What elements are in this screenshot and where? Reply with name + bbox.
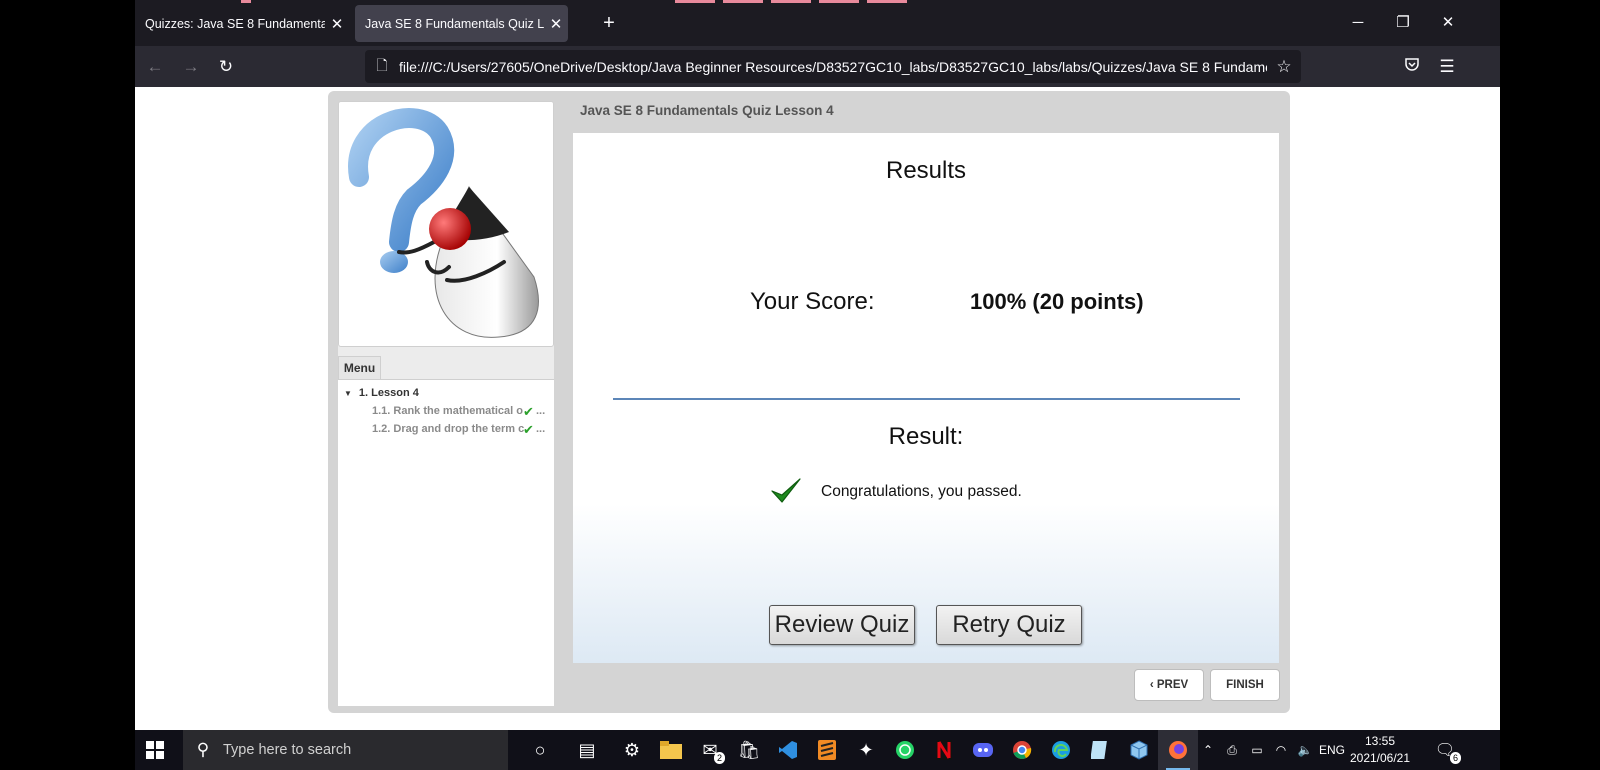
volume-icon[interactable]: 🔈 <box>1293 730 1317 770</box>
duke-logo <box>338 101 554 347</box>
mail-icon[interactable]: ✉ 2 <box>690 730 730 770</box>
new-tab-icon[interactable]: + <box>596 10 622 36</box>
prev-button[interactable]: ‹ PREV <box>1134 669 1204 701</box>
sublime-text-icon[interactable] <box>807 730 847 770</box>
git-icon[interactable]: ✦ <box>846 730 886 770</box>
notepad-icon[interactable] <box>1080 730 1120 770</box>
navigation-toolbar: ← → ↻ 🗋 file:///C:/Users/27605/OneDrive/… <box>135 46 1500 87</box>
cortana-icon[interactable]: ○ <box>520 730 560 770</box>
tab-indicator-marks <box>135 0 1500 3</box>
menu-tab[interactable]: Menu <box>338 356 381 380</box>
quiz-title: Java SE 8 Fundamentals Quiz Lesson 4 <box>580 103 834 118</box>
tab-label: Java SE 8 Fundamentals Quiz Lesson 4 <box>365 16 544 31</box>
meet-now-icon[interactable]: ⎙ <box>1221 730 1243 770</box>
score-value: 100% (20 points) <box>970 289 1144 314</box>
edge-icon[interactable] <box>1041 730 1081 770</box>
back-arrow-icon[interactable]: ← <box>142 54 168 80</box>
finish-button[interactable]: FINISH <box>1210 669 1280 701</box>
chrome-icon[interactable] <box>1002 730 1042 770</box>
windows-start-icon[interactable] <box>135 730 175 770</box>
pass-message: Congratulations, you passed. <box>821 483 1022 500</box>
prev-label: PREV <box>1156 679 1189 691</box>
quiz-player: Menu ▼ 1. Lesson 4 1.1. Rank the mathema… <box>328 91 1290 713</box>
menu-item-label: 1.2. Drag and drop the term c <box>372 423 525 435</box>
clock-time: 13:55 <box>1364 734 1396 748</box>
result-heading: Result: <box>888 423 964 450</box>
close-window-icon[interactable]: ✕ <box>1425 10 1471 36</box>
netbeans-cube-icon[interactable] <box>1119 730 1159 770</box>
completed-check-icon: ✔ <box>523 405 534 417</box>
menu-item-1-2[interactable]: 1.2. Drag and drop the term c ✔ ... <box>372 423 550 435</box>
pocket-icon[interactable] <box>1399 54 1425 80</box>
netflix-icon[interactable] <box>924 730 964 770</box>
divider-line <box>613 398 1240 400</box>
taskbar-clock[interactable]: 13:55 2021/06/21 <box>1345 733 1415 767</box>
clock-date: 2021/06/21 <box>1349 751 1411 765</box>
task-view-icon[interactable]: ▤ <box>567 730 607 770</box>
chevron-left-icon: ‹ <box>1149 679 1157 691</box>
whatsapp-icon[interactable] <box>885 730 925 770</box>
collapse-triangle-icon[interactable]: ▼ <box>344 389 352 398</box>
lesson-label: 1. Lesson 4 <box>358 387 419 399</box>
vscode-icon[interactable] <box>768 730 808 770</box>
tab-quizzes[interactable]: Quizzes: Java SE 8 Fundamentals ✕ <box>135 5 349 42</box>
page-viewport: Menu ▼ 1. Lesson 4 1.1. Rank the mathema… <box>135 87 1500 730</box>
menu-lesson-4[interactable]: ▼ 1. Lesson 4 <box>344 387 419 399</box>
forward-arrow-icon[interactable]: → <box>178 54 204 80</box>
hamburger-menu-icon[interactable]: ☰ <box>1434 54 1460 80</box>
menu-item-label: 1.1. Rank the mathematical o <box>372 405 523 417</box>
close-icon[interactable]: ✕ <box>544 15 568 33</box>
quiz-sidebar: Menu ▼ 1. Lesson 4 1.1. Rank the mathema… <box>338 101 554 706</box>
reload-icon[interactable]: ↻ <box>213 54 239 80</box>
file-explorer-icon[interactable] <box>651 730 691 770</box>
mail-badge: 2 <box>714 752 726 764</box>
completed-check-icon: ✔ <box>523 423 534 435</box>
ellipsis: ... <box>536 423 546 435</box>
ellipsis: ... <box>536 405 546 417</box>
store-icon[interactable]: 🛍 <box>729 730 769 770</box>
notification-center-icon[interactable]: 🗨 6 <box>1430 730 1462 770</box>
discord-icon[interactable] <box>963 730 1003 770</box>
firefox-taskbar-icon[interactable] <box>1158 730 1198 770</box>
menu-item-1-1[interactable]: 1.1. Rank the mathematical o ✔ ... <box>372 405 550 417</box>
restore-icon[interactable]: ❐ <box>1380 10 1426 36</box>
url-text[interactable]: file:///C:/Users/27605/OneDrive/Desktop/… <box>399 59 1267 75</box>
settings-gear-icon[interactable]: ⚙ <box>612 730 652 770</box>
search-icon: ⚲ <box>196 740 210 759</box>
tab-label: Quizzes: Java SE 8 Fundamentals <box>145 16 325 31</box>
results-slide: Results Your Score: 100% (20 points) Res… <box>573 133 1279 663</box>
menu-outline: ▼ 1. Lesson 4 1.1. Rank the mathematical… <box>338 379 554 706</box>
taskbar-search-box[interactable]: ⚲ Type here to search <box>183 730 508 770</box>
language-indicator[interactable]: ENG <box>1317 730 1347 770</box>
desktop-screen: Quizzes: Java SE 8 Fundamentals ✕ Java S… <box>0 0 1600 770</box>
review-quiz-button[interactable]: Review Quiz <box>769 605 915 645</box>
tab-quiz-lesson-4[interactable]: Java SE 8 Fundamentals Quiz Lesson 4 ✕ <box>355 5 568 42</box>
minimize-icon[interactable]: ─ <box>1335 10 1381 36</box>
notification-badge: 6 <box>1450 752 1462 764</box>
close-icon[interactable]: ✕ <box>325 15 349 33</box>
battery-icon[interactable]: ▭ <box>1245 730 1269 770</box>
wifi-icon[interactable]: ◠ <box>1269 730 1293 770</box>
score-label: Your Score: <box>750 288 875 315</box>
bookmark-star-icon[interactable]: ☆ <box>1267 57 1301 77</box>
page-icon: 🗋 <box>376 56 388 73</box>
firefox-window: Quizzes: Java SE 8 Fundamentals ✕ Java S… <box>135 0 1500 730</box>
retry-quiz-button[interactable]: Retry Quiz <box>936 605 1082 645</box>
windows-taskbar: ⚲ Type here to search ○ ▤ ⚙ ✉ 2 🛍 ✦ ⌃ ⎙ … <box>135 730 1500 770</box>
results-heading: Results <box>885 157 967 184</box>
address-bar[interactable]: 🗋 file:///C:/Users/27605/OneDrive/Deskto… <box>365 50 1301 83</box>
pass-check-icon <box>769 476 803 511</box>
search-placeholder: Type here to search <box>223 742 352 758</box>
tray-overflow-icon[interactable]: ⌃ <box>1197 730 1219 770</box>
tab-strip: Quizzes: Java SE 8 Fundamentals ✕ Java S… <box>135 0 1500 46</box>
